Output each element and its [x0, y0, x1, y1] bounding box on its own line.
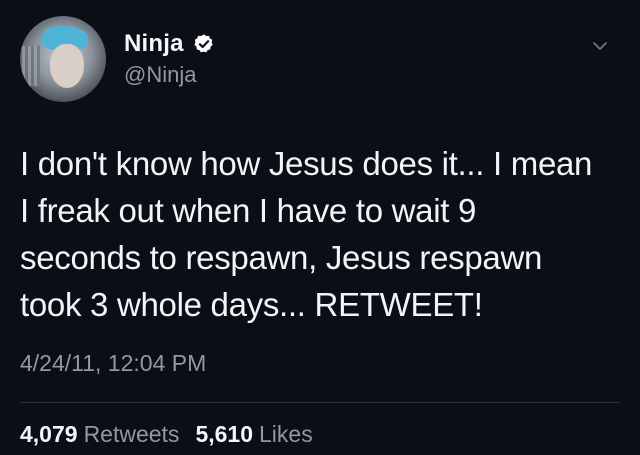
tweet-timestamp[interactable]: 4/24/11, 12:04 PM: [20, 350, 206, 377]
avatar[interactable]: [20, 16, 106, 102]
tweet-text-line: seconds to respawn, Jesus respawn: [20, 239, 543, 276]
retweets-stat[interactable]: 4,079 Retweets: [20, 421, 179, 448]
likes-count: 5,610: [195, 421, 253, 447]
author-handle[interactable]: @Ninja: [124, 62, 196, 88]
retweets-count: 4,079: [20, 421, 78, 447]
likes-stat[interactable]: 5,610 Likes: [195, 421, 312, 448]
engagement-stats: 4,079 Retweets 5,610 Likes: [20, 421, 313, 448]
tweet-text: I don't know how Jesus does it... I mean…: [20, 140, 620, 328]
chevron-down-icon[interactable]: [590, 36, 610, 56]
author-name-row: Ninja: [124, 30, 215, 58]
tweet-text-line: took 3 whole days... RETWEET!: [20, 286, 483, 323]
tweet-text-line: I freak out when I have to wait 9: [20, 192, 477, 229]
tweet-card: Ninja @Ninja I don't know how Jesus does…: [0, 0, 640, 455]
retweets-label: Retweets: [83, 421, 180, 447]
divider: [20, 402, 620, 403]
avatar-face: [50, 44, 84, 88]
author-name[interactable]: Ninja: [124, 30, 184, 58]
tweet-text-line: I don't know how Jesus does it... I mean: [20, 145, 593, 182]
likes-label: Likes: [259, 421, 313, 447]
verified-badge-icon: [193, 33, 215, 55]
avatar-background-panel: [22, 46, 40, 86]
